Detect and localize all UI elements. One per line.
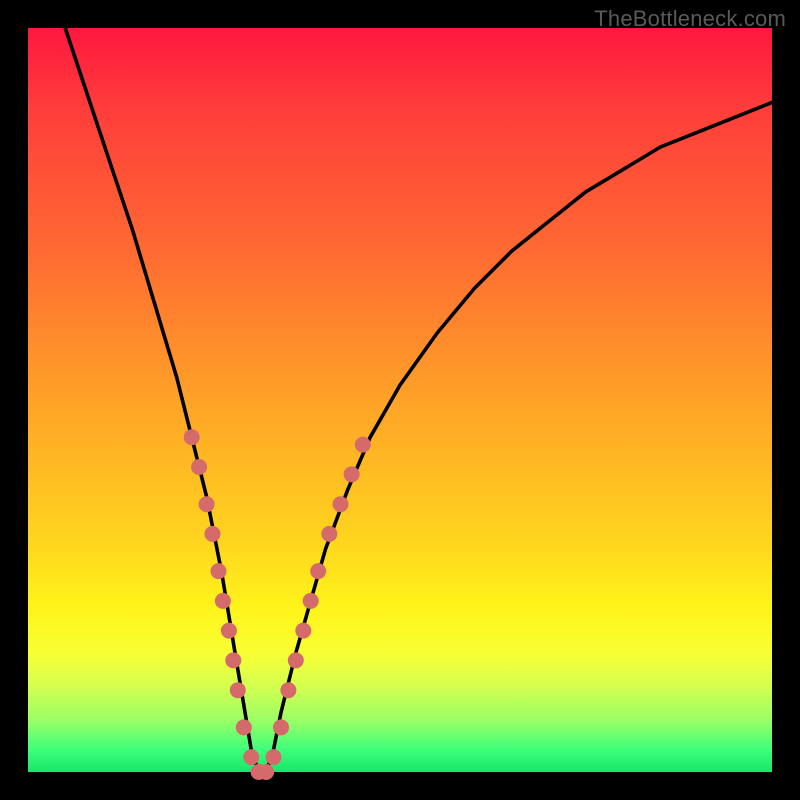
curve-dot (236, 719, 252, 735)
curve-dot (266, 749, 282, 765)
curve-data-dots (184, 429, 371, 780)
curve-dot (191, 459, 207, 475)
curve-dot (215, 593, 231, 609)
bottleneck-curve (65, 28, 772, 772)
curve-dot (230, 682, 246, 698)
curve-dot (333, 496, 349, 512)
chart-plot-area (28, 28, 772, 772)
curve-dot (184, 429, 200, 445)
curve-dot (243, 749, 259, 765)
curve-dot (205, 526, 221, 542)
curve-dot (344, 466, 360, 482)
curve-dot (225, 652, 241, 668)
curve-dot (355, 437, 371, 453)
curve-dot (273, 719, 289, 735)
attribution-label: TheBottleneck.com (594, 6, 786, 32)
curve-dot (258, 764, 274, 780)
curve-dot (280, 682, 296, 698)
curve-dot (288, 652, 304, 668)
curve-dot (221, 623, 237, 639)
curve-dot (211, 563, 227, 579)
curve-dot (199, 496, 215, 512)
curve-dot (310, 563, 326, 579)
curve-dot (295, 623, 311, 639)
chart-frame: TheBottleneck.com (0, 0, 800, 800)
curve-dot (303, 593, 319, 609)
curve-dot (321, 526, 337, 542)
chart-svg (28, 28, 772, 772)
